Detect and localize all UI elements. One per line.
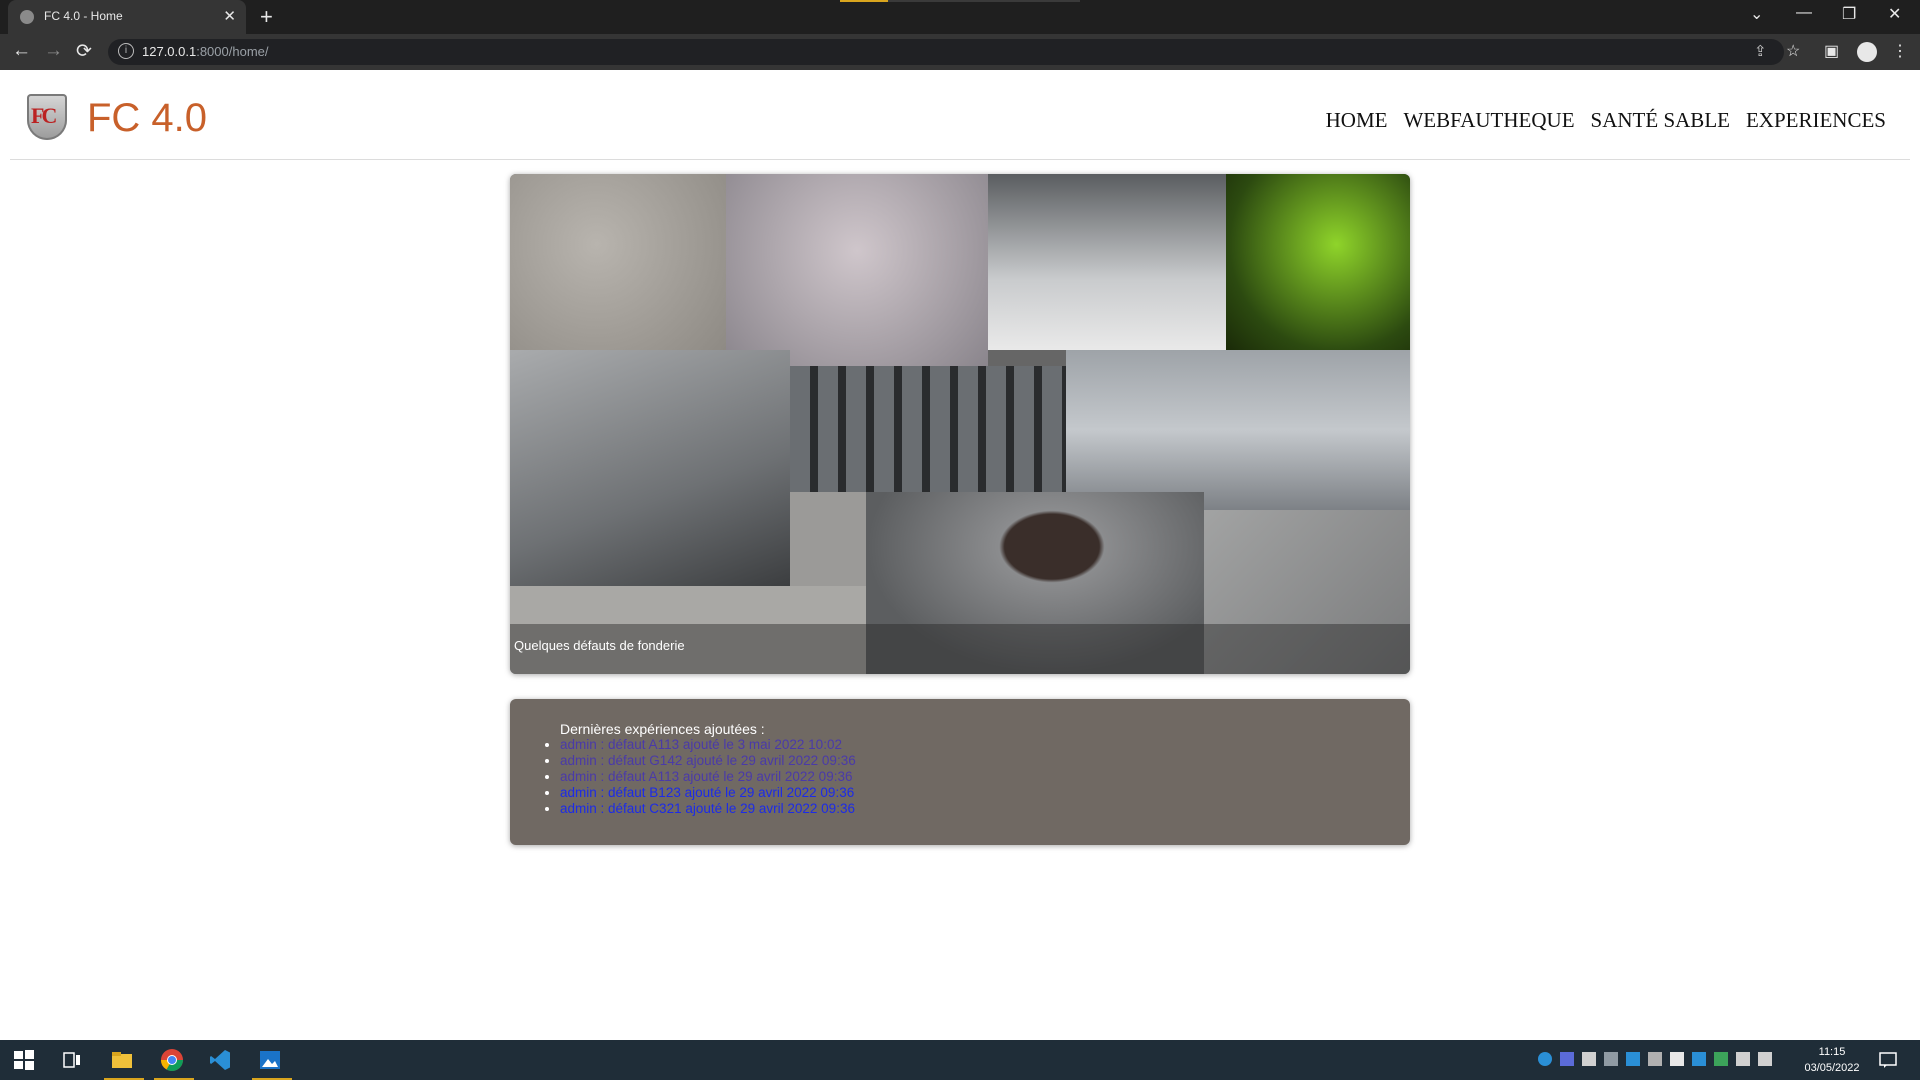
globe-icon [20,10,34,24]
windows-start-icon[interactable] [12,1048,36,1072]
new-tab-button[interactable]: + [260,4,273,30]
defect-photo [510,350,790,586]
defect-photo [790,366,1066,502]
page: FC FC 4.0 HOME WEBFAUTHEQUE SANTÉ SABLE … [0,70,1920,1040]
side-panel-icon[interactable]: ▣ [1824,41,1839,61]
carousel-caption: Quelques défauts de fonderie [510,624,1410,674]
tray-app-icon[interactable] [1692,1052,1706,1066]
tray-app-icon[interactable] [1714,1052,1728,1066]
experiment-link[interactable]: admin : défaut A113 ajouté le 29 avril 2… [560,769,852,784]
nav-sante-sable[interactable]: SANTÉ SABLE [1591,108,1730,133]
forward-button[interactable]: → [44,40,63,62]
cloud-icon[interactable] [1604,1052,1618,1066]
notification-icon[interactable] [1878,1050,1898,1070]
latest-experiments-panel: Dernières expériences ajoutées : admin :… [510,699,1410,845]
clock-date: 03/05/2022 [1804,1062,1860,1074]
system-tray [1538,1052,1772,1066]
profile-avatar[interactable] [1857,42,1877,62]
chrome-icon[interactable] [160,1048,184,1072]
experiment-link[interactable]: admin : défaut C321 ajouté le 29 avril 2… [560,801,855,816]
latest-heading: Dernières expériences ajoutées : [560,721,765,737]
list-item: admin : défaut A113 ajouté le 29 avril 2… [560,769,856,785]
file-explorer-icon[interactable] [110,1048,134,1072]
windows-taskbar: 11:15 03/05/2022 [0,1040,1920,1080]
latest-list: admin : défaut A113 ajouté le 3 mai 2022… [560,737,856,817]
site-info-icon[interactable]: i [118,43,134,59]
volume-muted-icon[interactable] [1758,1052,1772,1066]
close-window-button[interactable]: ✕ [1888,4,1901,24]
close-tab-icon[interactable]: ✕ [223,7,236,25]
share-icon[interactable]: ⇪ [1754,42,1767,60]
list-item: admin : défaut A113 ajouté le 3 mai 2022… [560,737,856,753]
defect-photo [1066,350,1410,510]
tray-teams-icon[interactable] [1560,1052,1574,1066]
defect-photo [1226,174,1410,350]
defect-photo [510,174,726,350]
browser-tab[interactable]: FC 4.0 - Home ✕ [8,0,246,34]
fc-logo[interactable]: FC [27,94,67,140]
clock-time: 11:15 [1818,1046,1846,1058]
header-divider [10,159,1910,160]
nav-webfautheque[interactable]: WEBFAUTHEQUE [1403,108,1574,133]
tray-app-icon[interactable] [1648,1052,1662,1066]
tab-title: FC 4.0 - Home [44,9,123,23]
experiment-link[interactable]: admin : défaut G142 ajouté le 29 avril 2… [560,753,856,768]
nav-experiences[interactable]: EXPERIENCES [1746,108,1886,133]
defect-photo [988,174,1226,350]
list-item: admin : défaut G142 ajouté le 29 avril 2… [560,753,856,769]
list-item: admin : défaut C321 ajouté le 29 avril 2… [560,801,856,817]
url-text[interactable]: 127.0.0.1:8000/home/ [142,44,269,59]
image-app-icon[interactable] [258,1048,282,1072]
tab-list-icon[interactable]: ⌄ [1750,4,1763,24]
nav-home[interactable]: HOME [1326,108,1388,133]
caption-text: Quelques défauts de fonderie [514,638,685,653]
defect-photo [726,174,988,366]
experiment-link[interactable]: admin : défaut B123 ajouté le 29 avril 2… [560,785,854,800]
browser-toolbar: ← → ⟳ i 127.0.0.1:8000/home/ ⇪ ☆ ▣ ⋮ [0,34,1920,70]
menu-icon[interactable]: ⋮ [1892,41,1908,61]
address-bar[interactable]: i 127.0.0.1:8000/home/ ⇪ [108,39,1784,65]
network-icon[interactable] [1736,1052,1750,1066]
site-title[interactable]: FC 4.0 [87,96,207,141]
restore-button[interactable]: ❐ [1842,4,1856,24]
minimize-button[interactable]: — [1796,4,1812,22]
task-view-icon[interactable] [60,1048,84,1072]
main-nav: HOME WEBFAUTHEQUE SANTÉ SABLE EXPERIENCE… [1326,108,1886,133]
tray-app-icon[interactable] [1582,1052,1596,1066]
browser-tab-bar: FC 4.0 - Home ✕ + ⌄ — ❐ ✕ [0,0,1920,34]
bookmark-star-icon[interactable]: ☆ [1786,41,1800,61]
back-button[interactable]: ← [12,40,31,62]
reload-button[interactable]: ⟳ [76,40,92,63]
defects-carousel[interactable]: Quelques défauts de fonderie [510,174,1410,674]
tab-search-indicator [840,0,1080,2]
security-icon[interactable] [1670,1052,1684,1066]
vscode-icon[interactable] [208,1048,232,1072]
experiment-link[interactable]: admin : défaut A113 ajouté le 3 mai 2022… [560,737,842,752]
tray-app-icon[interactable] [1538,1052,1552,1066]
system-clock[interactable]: 11:15 03/05/2022 [1800,1044,1864,1076]
list-item: admin : défaut B123 ajouté le 29 avril 2… [560,785,856,801]
tray-skype-icon[interactable] [1626,1052,1640,1066]
